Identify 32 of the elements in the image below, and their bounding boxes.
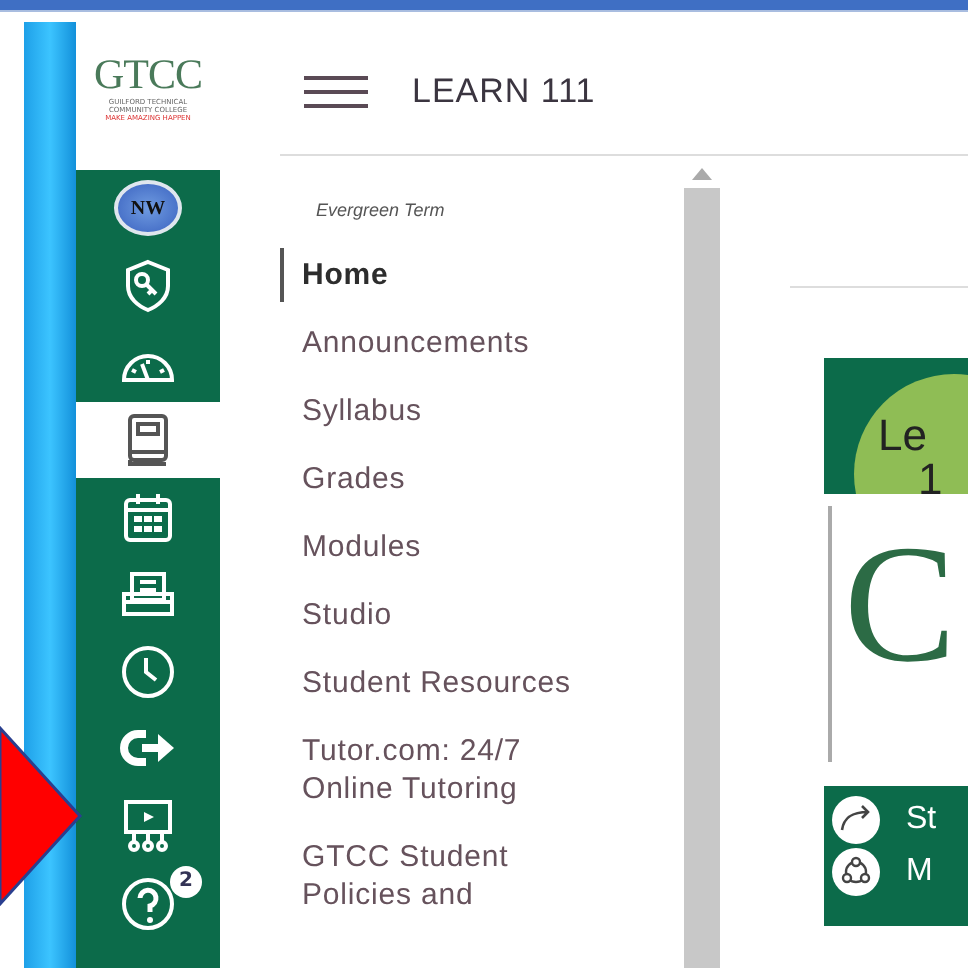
book-icon <box>124 412 172 469</box>
content-link[interactable]: M <box>906 854 933 890</box>
exit-arrow-icon <box>118 726 178 771</box>
inbox-tray-icon <box>120 570 176 619</box>
course-nav-link[interactable]: Syllabus <box>280 384 602 438</box>
scrollbar-thumb[interactable] <box>684 188 720 968</box>
banner-text: Le <box>878 414 927 458</box>
global-nav-item[interactable]: NW <box>76 170 220 248</box>
course-nav-link[interactable]: Announcements <box>280 316 602 370</box>
global-nav-item[interactable]: 2 <box>76 864 220 942</box>
term-label: Evergreen Term <box>314 200 445 220</box>
menu-icon[interactable] <box>304 75 368 107</box>
banner-number: 1 <box>916 458 943 494</box>
course-nav-link[interactable]: Studio <box>280 588 602 642</box>
content-link[interactable]: St <box>906 802 937 838</box>
people-circle-icon <box>830 846 882 898</box>
course-nav-link[interactable]: GTCC Student Policies and <box>280 830 602 922</box>
notification-badge: 2 <box>170 865 202 898</box>
help-icon <box>118 873 178 934</box>
course-nav-link[interactable]: Tutor.com: 24/7 Online Tutoring <box>280 724 602 816</box>
global-nav-item[interactable] <box>76 401 220 479</box>
logo-letter: C <box>842 510 957 702</box>
course-nav-link[interactable]: Modules <box>280 520 602 574</box>
calendar-icon <box>122 491 174 544</box>
avatar-icon: NW <box>114 180 182 237</box>
course-nav-link[interactable]: Home <box>280 248 602 302</box>
course-title: LEARN 111 <box>412 71 596 111</box>
course-nav-link[interactable]: Student Resources <box>280 656 602 710</box>
video-screen-icon <box>120 798 176 855</box>
shield-key-icon <box>122 257 174 314</box>
clock-icon <box>120 643 176 700</box>
course-nav-link[interactable]: Grades <box>280 452 602 506</box>
